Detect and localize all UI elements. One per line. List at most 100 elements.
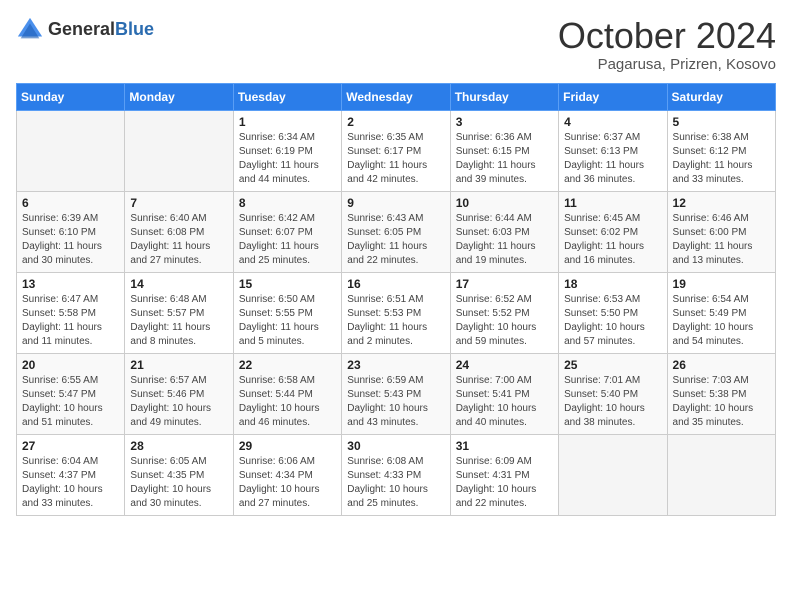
week-row-1: 1Sunrise: 6:34 AMSunset: 6:19 PMDaylight… bbox=[17, 110, 776, 191]
calendar-cell bbox=[667, 434, 775, 515]
day-header-tuesday: Tuesday bbox=[233, 83, 341, 110]
day-detail: Sunrise: 6:54 AMSunset: 5:49 PMDaylight:… bbox=[673, 293, 770, 349]
day-number: 22 bbox=[239, 358, 336, 372]
day-number: 19 bbox=[673, 277, 770, 291]
day-number: 16 bbox=[347, 277, 444, 291]
day-number: 18 bbox=[564, 277, 661, 291]
day-detail: Sunrise: 6:50 AMSunset: 5:55 PMDaylight:… bbox=[239, 293, 336, 349]
logo-general-text: General bbox=[48, 19, 115, 39]
calendar-cell: 2Sunrise: 6:35 AMSunset: 6:17 PMDaylight… bbox=[342, 110, 450, 191]
calendar-cell: 10Sunrise: 6:44 AMSunset: 6:03 PMDayligh… bbox=[450, 191, 558, 272]
day-detail: Sunrise: 6:37 AMSunset: 6:13 PMDaylight:… bbox=[564, 131, 661, 187]
day-detail: Sunrise: 6:09 AMSunset: 4:31 PMDaylight:… bbox=[456, 455, 553, 511]
day-number: 13 bbox=[22, 277, 119, 291]
day-detail: Sunrise: 6:55 AMSunset: 5:47 PMDaylight:… bbox=[22, 374, 119, 430]
day-header-friday: Friday bbox=[559, 83, 667, 110]
month-title: October 2024 bbox=[558, 16, 776, 56]
day-detail: Sunrise: 6:04 AMSunset: 4:37 PMDaylight:… bbox=[22, 455, 119, 511]
logo: GeneralBlue bbox=[16, 16, 154, 44]
day-number: 25 bbox=[564, 358, 661, 372]
day-detail: Sunrise: 6:06 AMSunset: 4:34 PMDaylight:… bbox=[239, 455, 336, 511]
calendar-cell: 9 Sunrise: 6:43 AMSunset: 6:05 PMDaylight… bbox=[342, 191, 450, 272]
day-detail: Sunrise: 6:42 AMSunset: 6:07 PMDaylight:… bbox=[239, 212, 336, 268]
day-detail: Sunrise: 6:53 AMSunset: 5:50 PMDaylight:… bbox=[564, 293, 661, 349]
logo-icon bbox=[16, 16, 44, 44]
calendar-table: SundayMondayTuesdayWednesdayThursdayFrid… bbox=[16, 83, 776, 516]
day-detail: Sunrise: 6:47 AMSunset: 5:58 PMDaylight:… bbox=[22, 293, 119, 349]
day-number: 29 bbox=[239, 439, 336, 453]
calendar-cell: 16 Sunrise: 6:51 AMSunset: 5:53 PMDayligh… bbox=[342, 272, 450, 353]
calendar-cell: 6 Sunrise: 6:39 AMSunset: 6:10 PMDaylight… bbox=[17, 191, 125, 272]
day-detail: Sunrise: 6:05 AMSunset: 4:35 PMDaylight:… bbox=[130, 455, 227, 511]
day-detail: Sunrise: 6:57 AMSunset: 5:46 PMDaylight:… bbox=[130, 374, 227, 430]
day-header-monday: Monday bbox=[125, 83, 233, 110]
day-number: 2 bbox=[347, 115, 444, 129]
day-detail: Sunrise: 6:52 AMSunset: 5:52 PMDaylight:… bbox=[456, 293, 553, 349]
week-row-2: 6 Sunrise: 6:39 AMSunset: 6:10 PMDaylight… bbox=[17, 191, 776, 272]
calendar-cell: 28 Sunrise: 6:05 AMSunset: 4:35 PMDayligh… bbox=[125, 434, 233, 515]
page-header: GeneralBlue October 2024 Pagarusa, Prizr… bbox=[16, 16, 776, 73]
day-number: 28 bbox=[130, 439, 227, 453]
calendar-cell: 15 Sunrise: 6:50 AMSunset: 5:55 PMDayligh… bbox=[233, 272, 341, 353]
calendar-cell: 1Sunrise: 6:34 AMSunset: 6:19 PMDaylight… bbox=[233, 110, 341, 191]
day-number: 27 bbox=[22, 439, 119, 453]
day-number: 6 bbox=[22, 196, 119, 210]
day-number: 30 bbox=[347, 439, 444, 453]
logo-blue-text: Blue bbox=[115, 19, 154, 39]
day-detail: Sunrise: 7:03 AMSunset: 5:38 PMDaylight:… bbox=[673, 374, 770, 430]
day-detail: Sunrise: 6:43 AMSunset: 6:05 PMDaylight:… bbox=[347, 212, 444, 268]
day-header-thursday: Thursday bbox=[450, 83, 558, 110]
day-header-saturday: Saturday bbox=[667, 83, 775, 110]
calendar-cell: 7 Sunrise: 6:40 AMSunset: 6:08 PMDaylight… bbox=[125, 191, 233, 272]
calendar-cell: 3Sunrise: 6:36 AMSunset: 6:15 PMDaylight… bbox=[450, 110, 558, 191]
calendar-cell bbox=[125, 110, 233, 191]
day-detail: Sunrise: 6:59 AMSunset: 5:43 PMDaylight:… bbox=[347, 374, 444, 430]
calendar-cell bbox=[17, 110, 125, 191]
day-number: 8 bbox=[239, 196, 336, 210]
week-row-3: 13 Sunrise: 6:47 AMSunset: 5:58 PMDayligh… bbox=[17, 272, 776, 353]
calendar-cell: 22 Sunrise: 6:58 AMSunset: 5:44 PMDayligh… bbox=[233, 353, 341, 434]
day-header-wednesday: Wednesday bbox=[342, 83, 450, 110]
day-detail: Sunrise: 6:08 AMSunset: 4:33 PMDaylight:… bbox=[347, 455, 444, 511]
calendar-cell: 18 Sunrise: 6:53 AMSunset: 5:50 PMDayligh… bbox=[559, 272, 667, 353]
calendar-cell: 13 Sunrise: 6:47 AMSunset: 5:58 PMDayligh… bbox=[17, 272, 125, 353]
day-number: 26 bbox=[673, 358, 770, 372]
day-detail: Sunrise: 7:00 AMSunset: 5:41 PMDaylight:… bbox=[456, 374, 553, 430]
day-detail: Sunrise: 6:58 AMSunset: 5:44 PMDaylight:… bbox=[239, 374, 336, 430]
day-number: 5 bbox=[673, 115, 770, 129]
calendar-cell: 14Sunrise: 6:48 AMSunset: 5:57 PMDayligh… bbox=[125, 272, 233, 353]
day-detail: Sunrise: 7:01 AMSunset: 5:40 PMDaylight:… bbox=[564, 374, 661, 430]
day-detail: Sunrise: 6:44 AMSunset: 6:03 PMDaylight:… bbox=[456, 212, 553, 268]
calendar-cell: 27 Sunrise: 6:04 AMSunset: 4:37 PMDayligh… bbox=[17, 434, 125, 515]
day-detail: Sunrise: 6:45 AMSunset: 6:02 PMDaylight:… bbox=[564, 212, 661, 268]
calendar-cell: 11Sunrise: 6:45 AMSunset: 6:02 PMDayligh… bbox=[559, 191, 667, 272]
day-header-sunday: Sunday bbox=[17, 83, 125, 110]
day-number: 4 bbox=[564, 115, 661, 129]
calendar-cell: 23Sunrise: 6:59 AMSunset: 5:43 PMDayligh… bbox=[342, 353, 450, 434]
day-detail: Sunrise: 6:46 AMSunset: 6:00 PMDaylight:… bbox=[673, 212, 770, 268]
day-number: 7 bbox=[130, 196, 227, 210]
header-row: SundayMondayTuesdayWednesdayThursdayFrid… bbox=[17, 83, 776, 110]
week-row-5: 27 Sunrise: 6:04 AMSunset: 4:37 PMDayligh… bbox=[17, 434, 776, 515]
calendar-cell: 5 Sunrise: 6:38 AMSunset: 6:12 PMDaylight… bbox=[667, 110, 775, 191]
calendar-cell: 21Sunrise: 6:57 AMSunset: 5:46 PMDayligh… bbox=[125, 353, 233, 434]
day-detail: Sunrise: 6:40 AMSunset: 6:08 PMDaylight:… bbox=[130, 212, 227, 268]
day-number: 17 bbox=[456, 277, 553, 291]
day-number: 24 bbox=[456, 358, 553, 372]
location-title: Pagarusa, Prizren, Kosovo bbox=[558, 56, 776, 73]
calendar-cell: 20 Sunrise: 6:55 AMSunset: 5:47 PMDayligh… bbox=[17, 353, 125, 434]
day-detail: Sunrise: 6:39 AMSunset: 6:10 PMDaylight:… bbox=[22, 212, 119, 268]
calendar-cell: 29 Sunrise: 6:06 AMSunset: 4:34 PMDayligh… bbox=[233, 434, 341, 515]
day-detail: Sunrise: 6:51 AMSunset: 5:53 PMDaylight:… bbox=[347, 293, 444, 349]
day-number: 15 bbox=[239, 277, 336, 291]
day-number: 14 bbox=[130, 277, 227, 291]
day-detail: Sunrise: 6:38 AMSunset: 6:12 PMDaylight:… bbox=[673, 131, 770, 187]
calendar-cell: 30 Sunrise: 6:08 AMSunset: 4:33 PMDayligh… bbox=[342, 434, 450, 515]
calendar-cell: 31Sunrise: 6:09 AMSunset: 4:31 PMDayligh… bbox=[450, 434, 558, 515]
day-detail: Sunrise: 6:34 AMSunset: 6:19 PMDaylight:… bbox=[239, 131, 336, 187]
calendar-cell bbox=[559, 434, 667, 515]
day-number: 20 bbox=[22, 358, 119, 372]
day-number: 9 bbox=[347, 196, 444, 210]
title-section: October 2024 Pagarusa, Prizren, Kosovo bbox=[558, 16, 776, 73]
calendar-cell: 17 Sunrise: 6:52 AMSunset: 5:52 PMDayligh… bbox=[450, 272, 558, 353]
